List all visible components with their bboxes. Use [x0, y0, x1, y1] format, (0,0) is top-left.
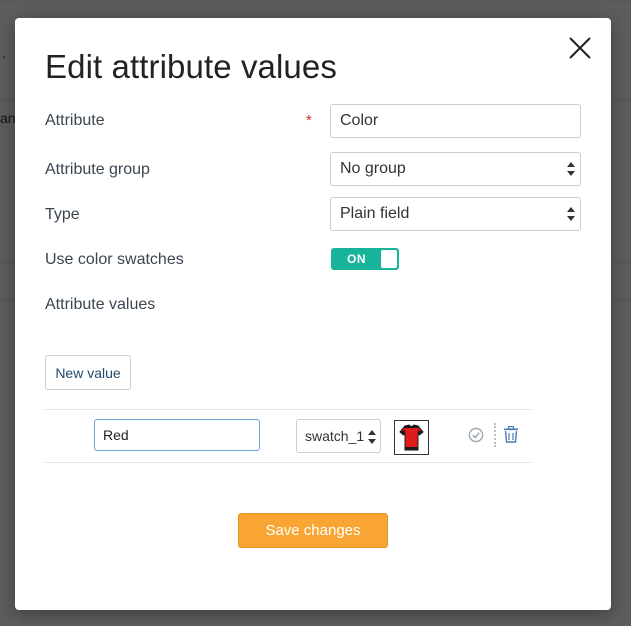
- values-table-divider: [45, 409, 531, 410]
- attribute-name-input[interactable]: [330, 104, 581, 138]
- swatch-select-value: swatch_1: [305, 428, 365, 444]
- type-value: Plain field: [340, 205, 410, 222]
- close-icon[interactable]: [568, 36, 592, 60]
- type-label: Type: [45, 206, 80, 223]
- attribute-group-select[interactable]: No group: [330, 152, 581, 186]
- use-color-swatches-label: Use color swatches: [45, 251, 184, 268]
- attribute-group-value: No group: [340, 160, 406, 177]
- toggle-knob: [381, 250, 397, 268]
- row-drag-handle[interactable]: [494, 423, 496, 447]
- value-name-input[interactable]: [94, 419, 260, 451]
- color-swatches-toggle[interactable]: ON: [331, 248, 399, 270]
- check-circle-icon[interactable]: [468, 427, 484, 443]
- select-arrows-icon: [567, 162, 575, 176]
- modal-title: Edit attribute values: [45, 48, 337, 85]
- attribute-label: Attribute: [45, 112, 105, 129]
- red-tshirt-icon: [399, 424, 424, 451]
- attribute-values-label: Attribute values: [45, 296, 156, 313]
- select-arrows-icon: [368, 430, 376, 444]
- type-select[interactable]: Plain field: [330, 197, 581, 231]
- values-table-divider: [45, 462, 531, 463]
- select-arrows-icon: [567, 207, 575, 221]
- attribute-group-label: Attribute group: [45, 161, 150, 178]
- required-marker: *: [306, 112, 312, 129]
- save-changes-button[interactable]: Save changes: [238, 513, 388, 548]
- edit-attribute-modal: Edit attribute values Attribute * Attrib…: [15, 18, 611, 610]
- new-value-button[interactable]: New value: [45, 355, 131, 390]
- swatch-select[interactable]: swatch_1: [296, 419, 381, 453]
- trash-icon[interactable]: [503, 426, 519, 443]
- toggle-state-label: ON: [347, 252, 366, 266]
- swatch-thumbnail[interactable]: [394, 420, 429, 455]
